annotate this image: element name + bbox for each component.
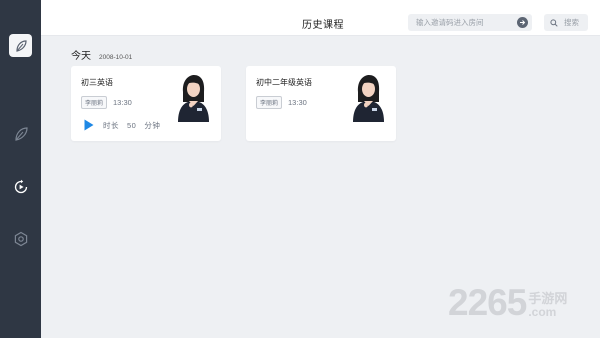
teacher-tag: 李丽莉 xyxy=(256,96,283,109)
watermark-side: 手游网 .com xyxy=(528,290,568,321)
settings-hexagon-icon[interactable] xyxy=(11,229,30,248)
teacher-tag: 李丽莉 xyxy=(81,96,108,109)
invite-code-input[interactable] xyxy=(416,18,508,27)
duration-row: 时长 50 分钟 xyxy=(83,119,160,131)
section-date: 2008-10-01 xyxy=(99,54,133,61)
search-button[interactable]: 搜索 xyxy=(544,14,588,31)
watermark: 2265 手游网 .com xyxy=(448,284,567,321)
section-title: 今天 xyxy=(71,51,91,62)
watermark-number: 2265 xyxy=(448,282,527,323)
duration-value: 50 xyxy=(127,120,137,130)
teacher-avatar xyxy=(175,72,211,122)
sidebar xyxy=(0,0,41,338)
course-card[interactable]: 初中二年级英语 李丽莉 13:30 xyxy=(246,66,396,141)
teacher-row: 李丽莉 13:30 xyxy=(81,96,132,109)
teacher-row: 李丽莉 13:30 xyxy=(256,96,307,109)
course-time: 13:30 xyxy=(113,98,132,107)
section-header: 今天 2008-10-01 xyxy=(71,47,132,62)
watermark-cn: 手游网 xyxy=(528,290,568,306)
course-name: 初中二年级英语 xyxy=(256,78,312,87)
play-icon xyxy=(84,119,94,131)
leaf-icon[interactable] xyxy=(11,124,30,143)
play-button[interactable] xyxy=(83,119,95,131)
enter-room-button[interactable] xyxy=(517,17,528,28)
history-play-icon[interactable] xyxy=(11,177,30,196)
duration-unit: 分钟 xyxy=(144,120,161,130)
course-time: 13:30 xyxy=(288,98,307,107)
page-title: 历史课程 xyxy=(302,20,344,31)
course-card[interactable]: 初三英语 李丽莉 13:30 时长 50 分钟 xyxy=(71,66,221,141)
search-icon xyxy=(550,18,558,27)
arrow-right-icon xyxy=(520,20,526,25)
teacher-avatar xyxy=(350,72,386,122)
invite-code-box xyxy=(408,14,532,31)
top-bar: 历史课程 搜索 xyxy=(41,0,600,36)
duration-prefix: 时长 xyxy=(103,120,119,130)
watermark-domain: .com xyxy=(528,305,557,319)
app-logo-icon[interactable] xyxy=(9,34,32,57)
course-name: 初三英语 xyxy=(81,78,113,87)
search-label: 搜索 xyxy=(564,18,579,27)
